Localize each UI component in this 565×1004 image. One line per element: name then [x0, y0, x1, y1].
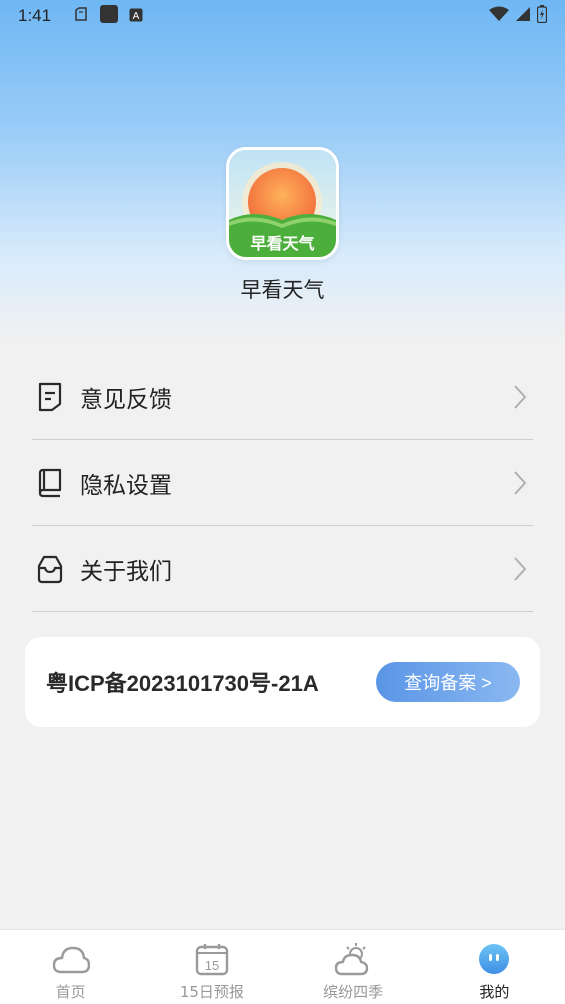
chevron-right-icon [513, 556, 527, 586]
tab-four-seasons[interactable]: 缤纷四季 [283, 930, 424, 1004]
menu-label: 隐私设置 [80, 472, 172, 499]
app-name: 早看天气 [240, 278, 325, 302]
tab-label: 缤纷四季 [323, 983, 384, 1001]
menu-item-privacy[interactable]: 隐私设置 [32, 440, 533, 526]
signal-icon [515, 6, 531, 26]
bottom-tab-bar: 首页 15 15日预报 缤纷四季 我的 [0, 929, 565, 1004]
clipboard-icon [73, 6, 89, 26]
logo-text: 早看天气 [250, 234, 315, 253]
menu-label: 意见反馈 [80, 386, 172, 413]
menu-item-about[interactable]: 关于我们 [32, 526, 533, 612]
inbox-icon [36, 554, 64, 584]
profile-face-icon [475, 941, 513, 977]
cloud-icon [52, 941, 90, 977]
sun-cloud-icon [334, 941, 372, 977]
svg-text:15: 15 [205, 958, 219, 973]
icp-number: 粤ICP备2023101730号-21A [46, 671, 319, 696]
menu-item-feedback[interactable]: 意见反馈 [32, 354, 533, 440]
query-icp-button[interactable]: 查询备案 > [376, 662, 520, 702]
tab-label: 首页 [55, 983, 86, 1001]
tab-mine[interactable]: 我的 [424, 930, 565, 1004]
tab-label: 我的 [479, 983, 510, 1001]
tab-label: 15日预报 [179, 983, 244, 1001]
keyboard-a-icon: A [129, 7, 143, 26]
chevron-right-icon [513, 384, 527, 414]
tab-home[interactable]: 首页 [0, 930, 141, 1004]
calendar-15-icon: 15 [193, 941, 231, 977]
app-square-icon [99, 4, 119, 28]
settings-menu: 意见反馈 隐私设置 关于我们 [32, 354, 533, 612]
svg-text:A: A [133, 11, 140, 22]
app-logo: 早看天气 [226, 147, 339, 260]
book-icon [36, 468, 64, 498]
status-time: 1:41 [18, 6, 52, 25]
icp-card: 粤ICP备2023101730号-21A 查询备案 > [25, 637, 540, 727]
menu-label: 关于我们 [80, 558, 172, 585]
chevron-right-icon [513, 470, 527, 500]
battery-charging-icon [536, 5, 548, 27]
tab-15day-forecast[interactable]: 15 15日预报 [141, 930, 282, 1004]
wifi-icon [489, 6, 509, 26]
status-bar: 1:41 A [0, 0, 565, 32]
feedback-note-icon [36, 382, 64, 412]
